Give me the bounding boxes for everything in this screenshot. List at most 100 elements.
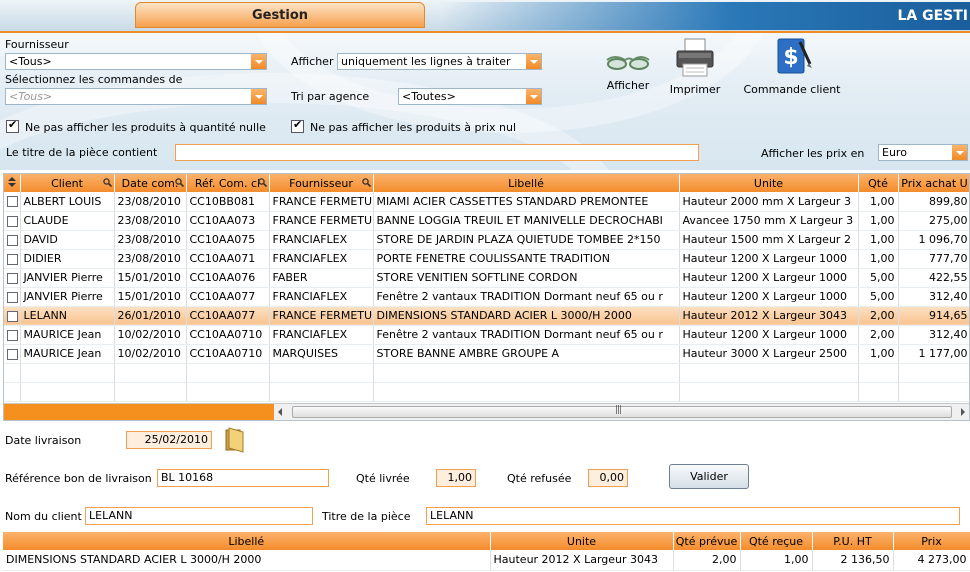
afficher-button[interactable]: Afficher (600, 46, 656, 92)
qte-refusee-input[interactable]: 0,00 (588, 469, 628, 487)
brand-banner: LA GESTI (440, 2, 970, 30)
prix-nul-checkbox[interactable] (291, 118, 304, 133)
cell-prix: 1 177,00 (898, 344, 969, 364)
commande-client-button[interactable]: $ Commande client (736, 36, 848, 96)
row-checkbox[interactable] (7, 329, 18, 341)
ref-bon-livraison-input[interactable]: BL 10168 (157, 469, 329, 487)
table-row[interactable]: ALBERT LOUIS 23/08/2010 CC10BB081 FRANCE… (4, 192, 969, 212)
row-checkbox[interactable] (7, 291, 18, 303)
horizontal-scrollbar[interactable] (4, 403, 969, 420)
row-checkbox-cell[interactable] (4, 306, 21, 326)
detail-header-qte-recue[interactable]: Qté reçue (740, 532, 813, 550)
quantite-nulle-label: Ne pas afficher les produits à quantité … (25, 121, 266, 134)
detail-header-prix[interactable]: Prix (893, 532, 970, 550)
cell-libelle: BANNE LOGGIA TREUIL ET MANIVELLE DECROCH… (373, 211, 680, 231)
cell-libelle: STORE DE JARDIN PLAZA QUIETUDE TOMBEE 2*… (373, 230, 680, 250)
table-row[interactable]: MAURICE Jean 10/02/2010 CC10AA0710 MARQU… (4, 344, 969, 364)
grid-header-select[interactable] (4, 174, 21, 192)
chevron-down-icon[interactable] (526, 89, 541, 104)
table-row[interactable]: JANVIER Pierre 15/01/2010 CC10AA076 FABE… (4, 268, 969, 288)
row-checkbox[interactable] (7, 310, 18, 322)
table-row-selected[interactable]: LELANN 26/01/2010 CC10AA077 FRANCE FERME… (4, 306, 969, 326)
cell-unite: Hauteur 2000 mm X Largeur 3 (679, 192, 859, 212)
row-checkbox[interactable] (7, 253, 18, 265)
afficher-value: uniquement les lignes à traiter (341, 55, 511, 68)
magnifier-icon[interactable] (102, 178, 112, 187)
column-header-label: Date com. (121, 176, 179, 190)
cell-qte: 5,00 (858, 268, 899, 288)
devise-select[interactable]: Euro (878, 144, 968, 161)
empty-row (4, 363, 969, 383)
titre-contient-input[interactable] (175, 144, 699, 161)
detail-header-unite[interactable]: Unite (490, 532, 674, 550)
row-checkbox-cell[interactable] (4, 344, 21, 364)
tri-agence-value: <Toutes> (402, 90, 456, 103)
row-checkbox-cell[interactable] (4, 268, 21, 288)
row-checkbox-cell[interactable] (4, 287, 21, 307)
detail-table: Libellé Unite Qté prévue Qté reçue P.U. … (3, 532, 970, 571)
scroll-left-icon[interactable] (278, 408, 282, 416)
column-header-qte[interactable]: Qté (858, 174, 899, 192)
quantite-nulle-checkbox[interactable] (6, 118, 19, 133)
table-row[interactable]: MAURICE Jean 10/02/2010 CC10AA0710 FRANC… (4, 325, 969, 345)
row-checkbox-cell[interactable] (4, 249, 21, 269)
row-checkbox-cell[interactable] (4, 230, 21, 250)
cell-client: MAURICE Jean (20, 325, 115, 345)
row-checkbox[interactable] (7, 215, 18, 227)
row-checkbox-cell[interactable] (4, 192, 21, 212)
detail-header-qte-prevue[interactable]: Qté prévue (673, 532, 741, 550)
chevron-down-icon[interactable] (251, 54, 266, 69)
folder-icon[interactable] (223, 426, 247, 454)
date-livraison-input[interactable]: 25/02/2010 (126, 431, 212, 449)
cell-fournisseur: FRANCIAFLEX (269, 249, 374, 269)
tab-gestion[interactable]: Gestion (135, 2, 425, 28)
commandes-select[interactable]: <Tous> (5, 88, 267, 105)
row-checkbox-cell[interactable] (4, 211, 21, 231)
column-header-date[interactable]: Date com. (114, 174, 187, 192)
commandes-grid[interactable]: Client Date com. Réf. Com. cl Fournisseu… (3, 173, 970, 421)
chevron-down-icon[interactable] (251, 89, 266, 104)
column-header-unite[interactable]: Unite (679, 174, 859, 192)
nom-client-input[interactable]: LELANN (85, 507, 313, 525)
tri-agence-select[interactable]: <Toutes> (398, 88, 542, 105)
row-checkbox[interactable] (7, 272, 18, 284)
cell-unite: Hauteur 1200 X Largeur 1000 (679, 268, 859, 288)
afficher-select[interactable]: uniquement les lignes à traiter (337, 53, 542, 70)
column-header-fournisseur[interactable]: Fournisseur (269, 174, 374, 192)
column-header-libelle[interactable]: Libellé (373, 174, 680, 192)
detail-grid[interactable]: Libellé Unite Qté prévue Qté reçue P.U. … (3, 532, 970, 572)
row-checkbox[interactable] (7, 234, 18, 246)
imprimer-button[interactable]: Imprimer (666, 36, 724, 96)
column-header-client[interactable]: Client (20, 174, 115, 192)
table-row[interactable]: JANVIER Pierre 15/01/2010 CC10AA077 FRAN… (4, 287, 969, 307)
row-checkbox[interactable] (7, 196, 18, 208)
cell-qte: 1,00 (858, 249, 899, 269)
detail-header-libelle[interactable]: Libellé (3, 532, 491, 550)
scroll-right-icon[interactable] (961, 408, 965, 416)
detail-header-pu-ht[interactable]: P.U. HT (812, 532, 894, 550)
qte-livree-input[interactable]: 1,00 (436, 469, 476, 487)
chevron-down-icon[interactable] (952, 145, 967, 160)
magnifier-icon[interactable] (174, 178, 184, 187)
magnifier-icon[interactable] (361, 178, 371, 187)
row-checkbox[interactable] (7, 348, 18, 360)
cell-prix: 777,70 (898, 249, 969, 269)
table-row[interactable]: CLAUDE 23/08/2010 CC10AA073 FRANCE FERME… (4, 211, 969, 231)
cell-fournisseur: FRANCIAFLEX (269, 230, 374, 250)
cell-date: 26/01/2010 (114, 306, 187, 326)
column-header-prix-achat[interactable]: Prix achat U (898, 174, 969, 192)
table-row[interactable]: DIMENSIONS STANDARD ACIER L 3000/H 2000 … (3, 550, 970, 571)
scrollbar-thumb[interactable] (292, 405, 952, 418)
commandes-label: Sélectionnez les commandes de (5, 73, 183, 86)
cell-libelle: DIMENSIONS STANDARD ACIER L 3000/H 2000 (3, 550, 491, 571)
column-header-ref[interactable]: Réf. Com. cl (186, 174, 270, 192)
magnifier-icon[interactable] (257, 178, 267, 187)
titre-piece-input[interactable]: LELANN (426, 507, 960, 525)
table-row[interactable]: DAVID 23/08/2010 CC10AA075 FRANCIAFLEX S… (4, 230, 969, 250)
valider-button[interactable]: Valider (669, 464, 749, 489)
fournisseur-select[interactable]: <Tous> (5, 53, 267, 70)
row-checkbox-cell[interactable] (4, 325, 21, 345)
cell-qte: 1,00 (858, 211, 899, 231)
chevron-down-icon[interactable] (526, 54, 541, 69)
table-row[interactable]: DIDIER 23/08/2010 CC10AA071 FRANCIAFLEX … (4, 249, 969, 269)
